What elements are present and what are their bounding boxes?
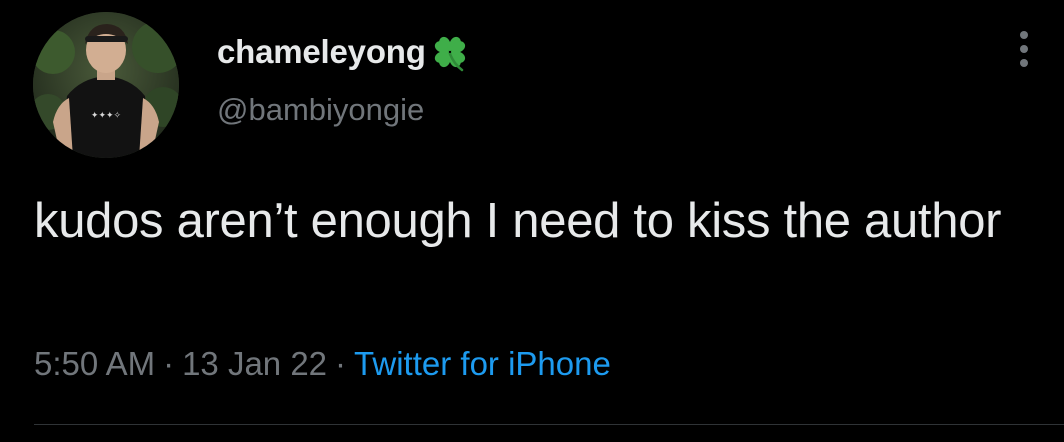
meta-separator: ·	[163, 345, 175, 382]
meta-separator: ·	[335, 345, 347, 382]
tweet-date[interactable]: 13 Jan 22	[182, 345, 327, 382]
avatar-photo: ✦✦✦✧	[33, 12, 179, 158]
author-handle[interactable]: @bambiyongie	[217, 92, 424, 128]
author-name-row[interactable]: chameleyong	[217, 28, 472, 76]
four-leaf-clover-icon	[428, 30, 472, 74]
tweet-meta: 5:50 AM · 13 Jan 22 · Twitter for iPhone	[34, 345, 611, 383]
tweet-detail: ✦✦✦✧ chameleyong @bambiyongie kudos aren…	[0, 0, 1064, 442]
tweet-source-link[interactable]: Twitter for iPhone	[354, 345, 611, 382]
avatar[interactable]: ✦✦✦✧	[33, 12, 179, 158]
tweet-text: kudos aren’t enough I need to kiss the a…	[34, 194, 1002, 248]
more-vertical-icon	[1020, 31, 1028, 67]
more-options-button[interactable]	[1006, 26, 1042, 72]
author-display-name[interactable]: chameleyong	[217, 33, 426, 71]
svg-text:✦✦✦✧: ✦✦✦✧	[91, 111, 122, 121]
divider	[34, 424, 1064, 425]
tweet-time[interactable]: 5:50 AM	[34, 345, 155, 382]
